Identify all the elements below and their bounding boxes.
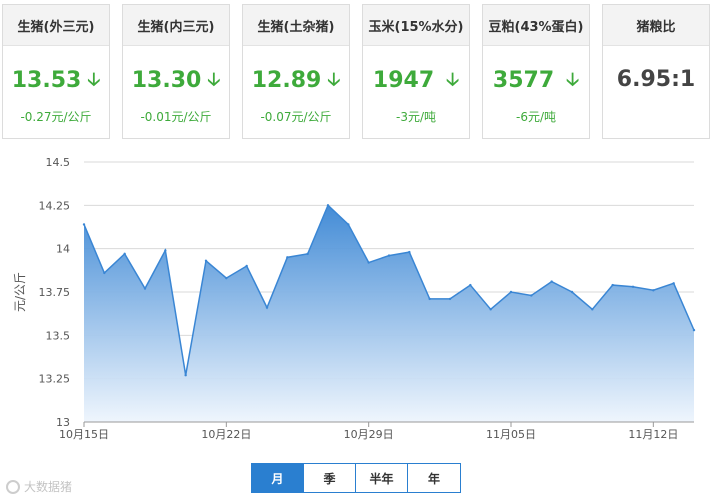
card-change: -0.01元/公斤 [140, 110, 212, 124]
data-point [164, 249, 167, 252]
card-price-value: 13.53 [11, 68, 82, 93]
page: 生猪(外三元) 13.53 🡣 -0.27元/公斤 生猪(内三元) 13.30 🡣 … [0, 0, 717, 502]
data-point [428, 297, 431, 301]
data-point [347, 223, 350, 226]
data-point [631, 285, 635, 288]
card-price: 6.95:1 [603, 67, 709, 92]
card-label: 豆粕(43%蛋白) [483, 5, 589, 46]
card-price-value: 13.30 [131, 68, 202, 93]
card-soymeal[interactable]: 豆粕(43%蛋白) 3577 🡣 -6元/吨 [482, 4, 590, 139]
watermark-logo-icon [6, 479, 20, 494]
card-label: 生猪(内三元) [123, 5, 229, 46]
card-price-value: 12.89 [251, 68, 322, 93]
data-point [326, 204, 330, 207]
data-point [408, 250, 411, 254]
data-point [143, 287, 147, 290]
data-point [509, 290, 513, 294]
data-point [530, 294, 533, 297]
card-price-value: 3577 [492, 68, 555, 93]
period-toggle: 月 季 半年 年 [251, 463, 461, 493]
data-point [672, 282, 675, 285]
data-point [469, 283, 472, 287]
tab-half-year[interactable]: 半年 [356, 464, 408, 492]
data-point [367, 261, 370, 264]
data-point [245, 264, 248, 268]
card-price-value: 6.95:1 [616, 67, 696, 92]
card-price: 1947 🡣 [363, 67, 469, 97]
data-point [204, 259, 208, 262]
card-pig-tuzazhu[interactable]: 生猪(土杂猪) 12.89 🡣 -0.07元/公斤 [242, 4, 350, 139]
card-price: 13.30 🡣 [123, 67, 229, 97]
tab-month[interactable]: 月 [252, 464, 304, 492]
down-arrow-icon: 🡣 [446, 69, 460, 90]
data-point [184, 374, 187, 377]
card-price-value: 1947 [372, 68, 435, 93]
y-tick-label: 13.5 [46, 329, 71, 342]
data-point [550, 280, 553, 283]
y-tick-label: 13.25 [39, 373, 71, 386]
x-tick-label: 10月15日 [59, 428, 109, 441]
y-tick-label: 14 [56, 243, 70, 256]
x-tick-label: 10月22日 [201, 428, 251, 441]
card-corn[interactable]: 玉米(15%水分) 1947 🡣 -3元/吨 [362, 4, 470, 139]
card-label: 生猪(土杂猪) [243, 5, 349, 46]
down-arrow-icon: 🡣 [327, 69, 341, 90]
price-cards: 生猪(外三元) 13.53 🡣 -0.27元/公斤 生猪(内三元) 13.30 🡣 … [0, 0, 717, 150]
data-point [489, 308, 492, 311]
card-change: -6元/吨 [515, 110, 556, 124]
data-point [103, 271, 106, 275]
down-arrow-icon: 🡣 [207, 69, 221, 90]
data-point [387, 254, 391, 257]
down-arrow-icon: 🡣 [87, 69, 101, 90]
data-point [225, 276, 228, 280]
card-pig-neisanyuan[interactable]: 生猪(内三元) 13.30 🡣 -0.01元/公斤 [122, 4, 230, 139]
tab-quarter[interactable]: 季 [304, 464, 356, 492]
y-tick-label: 14.5 [46, 156, 71, 169]
watermark: 大数据猪 [6, 478, 72, 495]
card-label: 玉米(15%水分) [363, 5, 469, 46]
data-point [306, 252, 309, 256]
data-point [611, 283, 614, 287]
area-series [82, 204, 696, 422]
data-point [652, 289, 655, 292]
price-chart: 13 13.25 13.5 13.75 14 14.25 14.5 10月15日 10月22日 1… [0, 150, 717, 450]
card-label: 生猪(外三元) [3, 5, 109, 46]
card-change: -0.07元/公斤 [260, 110, 332, 124]
x-tick-label: 11月05日 [486, 428, 536, 441]
tab-year[interactable]: 年 [408, 464, 460, 492]
card-label: 猪粮比 [603, 5, 709, 46]
card-change: -3元/吨 [395, 110, 436, 124]
data-point [448, 297, 452, 301]
data-point [286, 256, 289, 259]
card-pig-waisanyuan[interactable]: 生猪(外三元) 13.53 🡣 -0.27元/公斤 [2, 4, 110, 139]
data-point [123, 252, 126, 256]
card-pig-grain-ratio[interactable]: 猪粮比 6.95:1 [602, 4, 710, 139]
data-point [692, 328, 696, 332]
x-tick-label: 10月29日 [344, 428, 394, 441]
y-tick-label: 13.75 [39, 286, 71, 299]
data-point [591, 308, 594, 311]
data-point [570, 290, 574, 294]
card-price: 12.89 🡣 [243, 67, 349, 97]
card-price: 13.53 🡣 [3, 67, 109, 97]
data-point [265, 306, 269, 309]
down-arrow-icon: 🡣 [566, 69, 580, 90]
x-tick-label: 11月12日 [628, 428, 678, 441]
card-price: 3577 🡣 [483, 67, 589, 97]
watermark-text: 大数据猪 [24, 480, 73, 494]
y-axis-label: 元/公斤 [13, 272, 27, 312]
y-tick-label: 14.25 [39, 199, 71, 212]
data-point [82, 223, 86, 226]
chart-svg: 1313.2513.513.751414.2514.510月15日 10月22日 1… [13, 156, 696, 441]
card-change: -0.27元/公斤 [20, 110, 92, 124]
